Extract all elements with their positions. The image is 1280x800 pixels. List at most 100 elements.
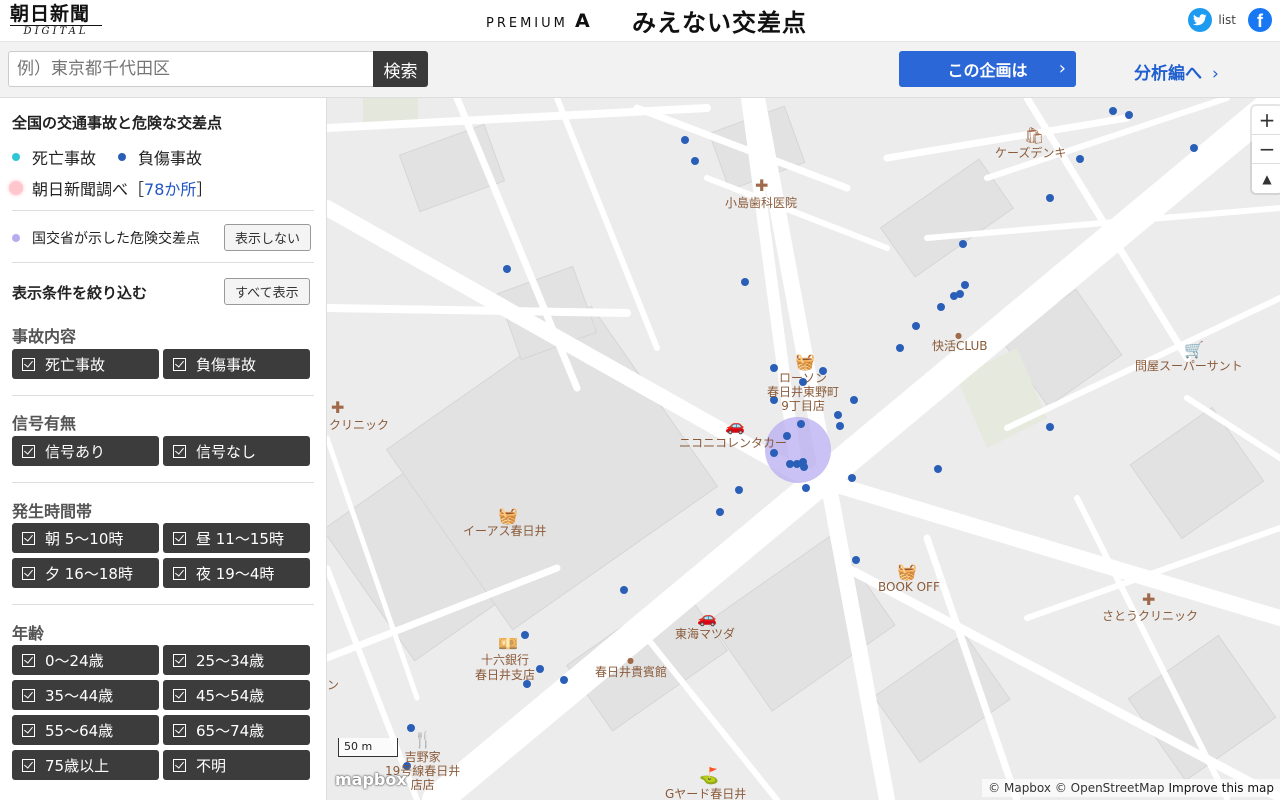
- checkbox-icon: [173, 444, 186, 458]
- legend-asahi: 朝日新聞調べ［ 78か所 ］: [9, 176, 212, 200]
- filter-injury[interactable]: 負傷事故: [163, 349, 310, 379]
- plan-about-button[interactable]: この企画は ›: [899, 51, 1076, 87]
- filter-label: 不明: [196, 756, 227, 775]
- filter-time-night[interactable]: 夜 19〜4時: [163, 558, 310, 588]
- filter-label: 55〜64歳: [45, 721, 114, 740]
- filter-age-25-34[interactable]: 25〜34歳: [163, 645, 310, 675]
- poi-nikoniko[interactable]: ニコニコレンタカー: [679, 436, 787, 451]
- checkbox-icon: [22, 357, 35, 371]
- filter-signal-no[interactable]: 信号なし: [163, 436, 310, 466]
- logo-line1: 朝日新聞: [10, 3, 91, 25]
- poi-bookoff[interactable]: BOOK OFF: [878, 580, 940, 595]
- hospital-icon: ✚: [1142, 590, 1156, 609]
- scale-bar: 50 m: [338, 738, 398, 757]
- divider: [12, 210, 314, 211]
- zoom-in-button[interactable]: +: [1252, 106, 1280, 135]
- checkbox-icon: [173, 566, 186, 580]
- analysis-label: 分析編へ: [1134, 64, 1202, 84]
- checkbox-icon: [22, 723, 35, 737]
- show-all-button[interactable]: すべて表示: [224, 278, 310, 305]
- poi-left-edge: ン: [327, 678, 340, 692]
- poi-lawson[interactable]: ローソン 春日井東野町 9丁目店: [767, 371, 839, 413]
- filter-time-morning[interactable]: 朝 5〜10時: [12, 523, 159, 553]
- project-title: みえない交差点: [632, 3, 807, 38]
- filter-time-evening[interactable]: 夕 16〜18時: [12, 558, 159, 588]
- legend-asahi-prefix: 朝日新聞調べ［: [32, 180, 145, 199]
- checkbox-icon: [22, 566, 35, 580]
- filter-age-55-64[interactable]: 55〜64歳: [12, 715, 159, 745]
- checkbox-icon: [173, 723, 186, 737]
- checkbox-icon: [173, 357, 186, 371]
- filter-label: 夜 19〜4時: [196, 564, 275, 583]
- twitter-icon[interactable]: [1188, 8, 1213, 32]
- shop-icon: 🛍: [1024, 126, 1045, 145]
- facebook-icon[interactable]: f: [1248, 8, 1272, 32]
- filter-age-75plus[interactable]: 75歳以上: [12, 750, 159, 780]
- checkbox-icon: [173, 758, 186, 772]
- checkbox-icon: [22, 444, 35, 458]
- analysis-link[interactable]: 分析編へ ›: [1134, 59, 1219, 84]
- filter-age-65-74[interactable]: 65〜74歳: [163, 715, 310, 745]
- section-title-accident: 事故内容: [12, 327, 77, 346]
- legend-accident-types: 死亡事故 負傷事故: [12, 145, 202, 169]
- filter-panel: 全国の交通事故と危険な交差点 死亡事故 負傷事故 朝日新聞調べ［ 78か所 ］ 国交…: [0, 98, 327, 800]
- filter-label: 35〜44歳: [45, 686, 114, 705]
- poi-kihinkan[interactable]: 春日井貴賓館: [595, 665, 667, 680]
- filter-label: 昼 11〜15時: [196, 529, 284, 548]
- poi-juroku[interactable]: 十六銀行 春日井支店: [475, 653, 535, 683]
- golf-icon: ⛳: [699, 766, 719, 785]
- compass-button[interactable]: ▲: [1252, 164, 1280, 193]
- filter-age-0-24[interactable]: 0〜24歳: [12, 645, 159, 675]
- car-icon: 🚗: [697, 608, 717, 627]
- improve-map-link[interactable]: Improve this map: [1168, 781, 1274, 795]
- section-title-signal: 信号有無: [12, 414, 77, 433]
- poi-kaikatsu[interactable]: 快活CLUB: [932, 339, 987, 354]
- legend-death-label: 死亡事故: [32, 149, 97, 168]
- hospital-icon: ✚: [755, 176, 769, 195]
- checkbox-icon: [22, 688, 35, 702]
- filter-age-35-44[interactable]: 35〜44歳: [12, 680, 159, 710]
- premium-mark: A: [575, 10, 590, 32]
- poi-gyard[interactable]: Gヤード春日井: [665, 787, 746, 800]
- attribution-text[interactable]: © Mapbox © OpenStreetMap: [988, 781, 1164, 795]
- section-title-age: 年齢: [12, 624, 45, 643]
- panel-title: 全国の交通事故と危険な交差点: [12, 114, 223, 132]
- filter-label: 0〜24歳: [45, 651, 104, 670]
- checkbox-icon: [22, 653, 35, 667]
- twitter-label[interactable]: list: [1218, 13, 1236, 27]
- filter-age-45-54[interactable]: 45〜54歳: [163, 680, 310, 710]
- filter-age-unknown[interactable]: 不明: [163, 750, 310, 780]
- legend-injury-label: 負傷事故: [138, 149, 203, 168]
- mlit-toggle-button[interactable]: 表示しない: [224, 224, 312, 251]
- accident-map[interactable]: ✚ 小島歯科医院 🛍 ケーズデンキ ● 快活CLUB 🛒 問屋スーパーサント 🧺…: [327, 98, 1280, 800]
- injury-dot-icon: [118, 153, 127, 161]
- project-title-main: 交差点: [732, 9, 807, 37]
- filter-time-noon[interactable]: 昼 11〜15時: [163, 523, 310, 553]
- filter-label: 25〜34歳: [196, 651, 265, 670]
- plan-about-label: この企画は: [947, 61, 1028, 80]
- poi-aeon[interactable]: イーアス春日井: [463, 524, 547, 539]
- checkbox-icon: [173, 653, 186, 667]
- poi-tokai[interactable]: 東海マツダ: [675, 627, 735, 642]
- zoom-out-button[interactable]: −: [1252, 135, 1280, 164]
- cart-icon: 🛒: [1184, 340, 1204, 359]
- filter-signal-yes[interactable]: 信号あり: [12, 436, 159, 466]
- divider: [12, 604, 314, 605]
- legend-asahi-count[interactable]: 78か所: [144, 176, 196, 200]
- basket-icon: 🧺: [498, 506, 518, 525]
- poi-tonya[interactable]: 問屋スーパーサント: [1135, 359, 1243, 374]
- poi-kojima[interactable]: 小島歯科医院: [725, 196, 797, 211]
- poi-clinic-left[interactable]: クリニック: [329, 418, 389, 433]
- search-button[interactable]: 検索: [373, 51, 428, 87]
- poi-ksdenki[interactable]: ケーズデンキ: [995, 146, 1066, 161]
- poi-sato[interactable]: さとうクリニック: [1102, 609, 1198, 624]
- map-canvas[interactable]: [327, 98, 1280, 800]
- mapbox-logo[interactable]: mapbox: [335, 770, 407, 789]
- divider: [12, 262, 314, 263]
- bank-icon: 💴: [498, 634, 518, 653]
- premium-a-logo: PREMIUM A: [486, 10, 590, 32]
- asahi-logo[interactable]: 朝日新聞 DIGITAL: [10, 3, 104, 39]
- search-input[interactable]: [8, 51, 374, 87]
- filter-death[interactable]: 死亡事故: [12, 349, 159, 379]
- mlit-hotspot-icon: [12, 234, 20, 242]
